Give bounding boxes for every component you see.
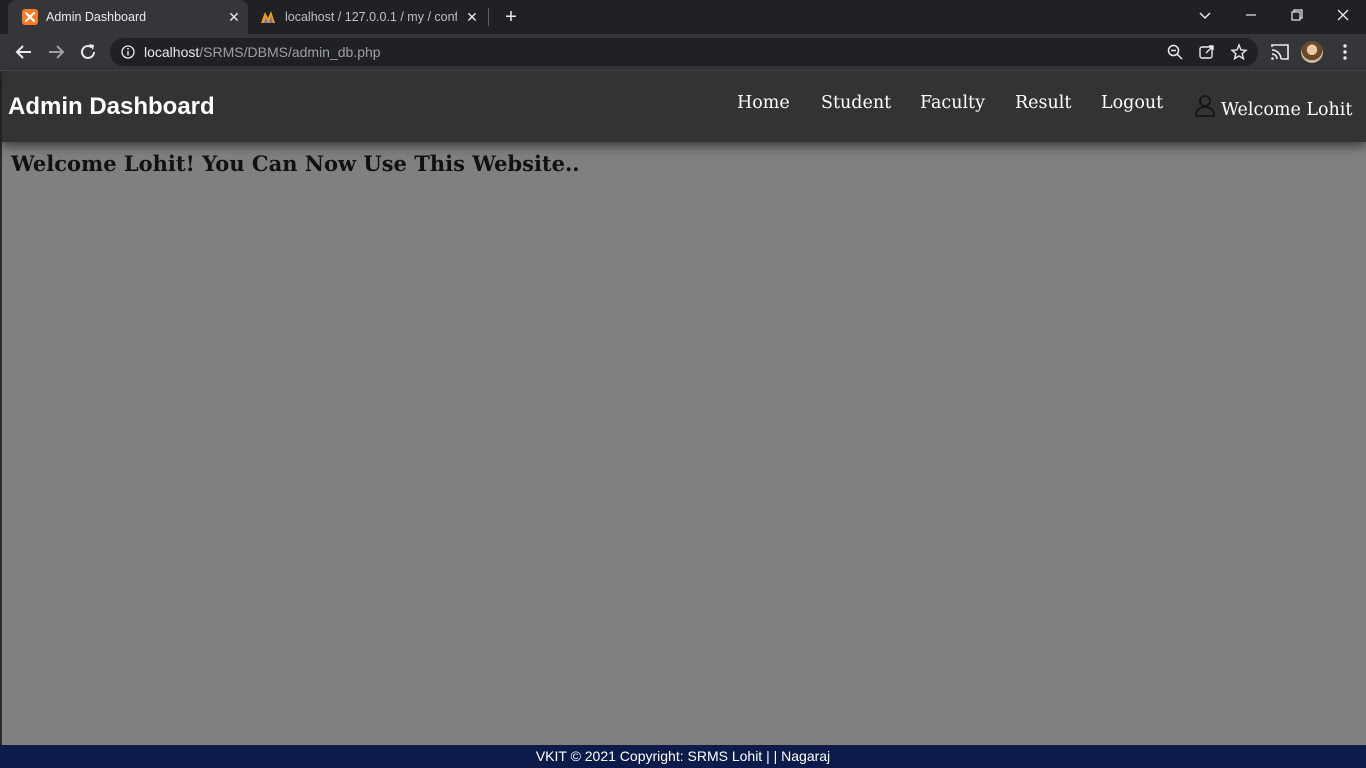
back-arrow-icon[interactable] [13,41,35,63]
tab-separator [488,8,489,26]
xampp-icon [22,9,38,25]
browser-tab-strip: Admin Dashboard ✕ localhost / 127.0.0.1 … [0,0,1366,34]
cast-icon[interactable] [1269,41,1291,63]
url-host: localhost [144,44,200,60]
share-icon[interactable] [1198,43,1216,61]
browser-toolbar: localhost/SRMS/DBMS/admin_db.php [0,34,1366,71]
site-info-icon[interactable] [120,44,136,60]
nav-logout[interactable]: Logout [1101,93,1163,113]
restore-icon[interactable] [1286,4,1308,26]
reload-icon[interactable] [77,41,99,63]
welcome-user-text: Welcome Lohit [1221,100,1353,120]
url-text: localhost/SRMS/DBMS/admin_db.php [144,44,381,60]
tab-phpmyadmin[interactable]: localhost / 127.0.0.1 / my / conf | ✕ [252,0,484,34]
nav-home[interactable]: Home [737,93,790,113]
tab-title: Admin Dashboard [46,10,147,24]
minimize-icon[interactable] [1240,4,1262,26]
tab-search-icon[interactable] [1194,4,1216,26]
tab-admin-dashboard[interactable]: Admin Dashboard ✕ [8,0,248,34]
new-tab-button[interactable]: + [500,6,522,28]
url-path: /SRMS/DBMS/admin_db.php [199,44,381,60]
page-content: Admin Dashboard Home Student Faculty Res… [0,71,1366,768]
brand-title[interactable]: Admin Dashboard [8,93,215,121]
navbar: Admin Dashboard Home Student Faculty Res… [2,71,1366,142]
zoom-icon[interactable] [1166,43,1184,61]
profile-avatar[interactable] [1301,41,1323,63]
footer: VKIT © 2021 Copyright: SRMS Lohit | | Na… [0,745,1366,768]
forward-arrow-icon[interactable] [45,41,67,63]
bookmark-star-icon[interactable] [1230,43,1248,61]
nav-result[interactable]: Result [1015,93,1071,113]
more-menu-icon[interactable] [1334,41,1356,63]
address-bar[interactable]: localhost/SRMS/DBMS/admin_db.php [110,38,1258,66]
close-window-icon[interactable] [1332,4,1354,26]
tab-title: localhost / 127.0.0.1 / my / conf | [285,10,457,24]
welcome-heading: Welcome Lohit! You Can Now Use This Webs… [11,151,580,176]
user-icon [1195,95,1215,117]
nav-faculty[interactable]: Faculty [920,93,985,113]
close-tab-icon[interactable]: ✕ [464,9,480,25]
nav-student[interactable]: Student [821,93,891,113]
phpmyadmin-icon [261,11,275,23]
close-tab-icon[interactable]: ✕ [226,9,242,25]
